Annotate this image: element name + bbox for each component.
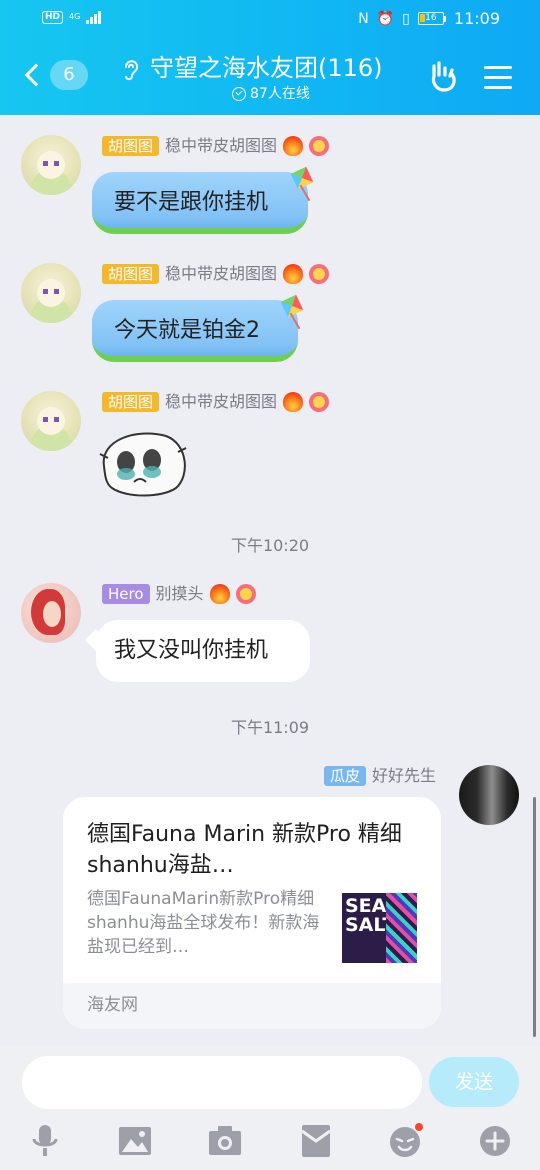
message-input[interactable] [22, 1056, 422, 1109]
sender-tag: 胡图图 [102, 136, 160, 156]
avatar[interactable] [21, 391, 81, 451]
sender-tag: 瓜皮 [323, 766, 366, 786]
alarm-icon: ⏰ [376, 10, 395, 27]
sender-line: 胡图图 稳中带皮胡图图 [102, 136, 330, 156]
signal-icon [86, 10, 101, 24]
smile-badge-icon [309, 264, 330, 284]
message-bubble[interactable]: 要不是跟你挂机 [92, 172, 308, 234]
sender-line: Hero 别摸头 [102, 584, 256, 604]
sender-name[interactable]: 别摸头 [156, 584, 204, 604]
unread-count-badge: 6 [50, 60, 88, 90]
plus-icon[interactable] [477, 1123, 513, 1159]
card-thumbnail: SEA SALT [342, 893, 417, 963]
image-icon[interactable] [117, 1123, 153, 1159]
fire-badge-icon [283, 264, 304, 284]
thumbnail-text: SEA SALT [345, 895, 396, 936]
battery-level: 16 [425, 13, 437, 23]
sender-name[interactable]: 好好先生 [372, 766, 436, 786]
card-title: 德国Fauna Marin 新款Pro 精细shanhu海盐… [87, 822, 402, 878]
fire-badge-icon [209, 584, 230, 604]
avatar[interactable] [21, 135, 81, 195]
avatar[interactable] [21, 263, 81, 323]
card-description: 德国FaunaMarin新款Pro精细shanhu海盐全球发布！新款海盐现已经到… [87, 889, 320, 957]
smile-badge-icon [309, 392, 330, 412]
chat-header: HD 4G N ⏰ ▯ 16 11:09 6 守望之海水友团(116) 87人在… [0, 0, 540, 115]
sender-name[interactable]: 稳中带皮胡图图 [165, 136, 277, 156]
sender-name[interactable]: 稳中带皮胡图图 [165, 264, 277, 284]
group-title[interactable]: 守望之海水友团(116) [150, 52, 383, 84]
nfc-icon: N [358, 10, 369, 27]
check-circle-icon [232, 87, 246, 101]
sender-line: 胡图图 稳中带皮胡图图 [102, 264, 330, 284]
scrollbar[interactable] [533, 797, 536, 1037]
link-card[interactable]: 德国Fauna Marin 新款Pro 精细shanhu海盐… 德国FaunaM… [63, 797, 441, 1029]
send-button[interactable]: 发送 [429, 1057, 519, 1107]
menu-icon[interactable] [484, 66, 512, 90]
crying-face-sticker[interactable] [96, 426, 188, 498]
smile-badge-icon [235, 584, 256, 604]
toolbar [0, 1123, 540, 1163]
online-count-text: 87人在线 [250, 86, 310, 102]
battery-icon: 16 [417, 12, 446, 25]
back-button[interactable]: 6 [20, 60, 88, 90]
message-bubble[interactable]: 今天就是铂金2 [92, 300, 298, 362]
chevron-left-icon [24, 63, 48, 87]
network-type: 4G [69, 12, 81, 21]
avatar[interactable] [21, 583, 81, 643]
timestamp: 下午11:09 [230, 718, 310, 737]
avatar[interactable] [459, 765, 519, 825]
sender-tag: Hero [102, 584, 150, 604]
camera-icon[interactable] [207, 1123, 243, 1159]
sender-line: 瓜皮 好好先生 [323, 766, 436, 786]
microphone-icon[interactable] [27, 1123, 63, 1159]
sender-name[interactable]: 稳中带皮胡图图 [165, 392, 277, 412]
smile-badge-icon [309, 136, 330, 156]
sender-line: 胡图图 稳中带皮胡图图 [102, 392, 330, 412]
online-count: 87人在线 [232, 85, 310, 103]
card-source: 海友网 [63, 983, 441, 1029]
input-bar: 发送 [0, 1045, 540, 1170]
hand-gesture-icon[interactable] [428, 60, 460, 94]
message-bubble[interactable]: 我又没叫你挂机 [96, 620, 310, 682]
vibrate-icon: ▯ [402, 10, 410, 27]
red-packet-icon[interactable] [298, 1123, 334, 1159]
hd-indicator: HD [42, 10, 64, 24]
clock: 11:09 [453, 9, 500, 28]
emoji-icon[interactable] [387, 1123, 423, 1159]
timestamp: 下午10:20 [230, 536, 310, 555]
status-bar: HD 4G N ⏰ ▯ 16 11:09 [0, 0, 540, 40]
sender-tag: 胡图图 [102, 392, 160, 412]
fire-badge-icon [283, 392, 304, 412]
ear-icon[interactable] [120, 56, 142, 82]
sender-tag: 胡图图 [102, 264, 160, 284]
fire-badge-icon [283, 136, 304, 156]
